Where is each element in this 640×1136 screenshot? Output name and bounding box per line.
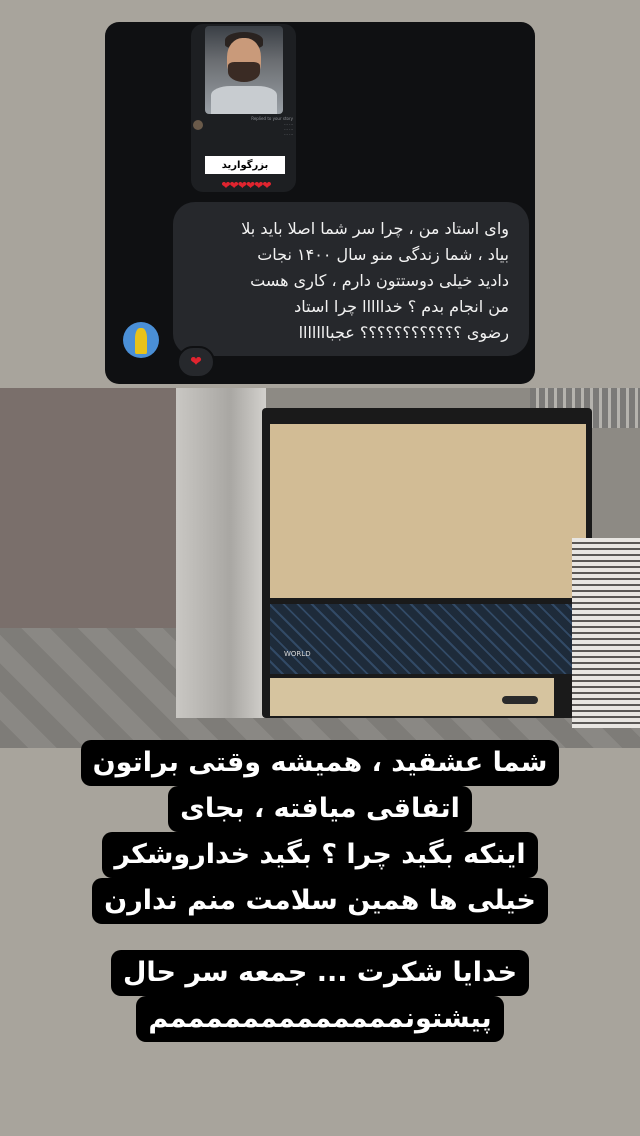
heater-handle	[502, 696, 538, 704]
heart-reaction-icon[interactable]: ❤	[177, 346, 215, 378]
photo-plastic-wrap	[176, 388, 266, 718]
hearts-emoji-row: ❤❤❤❤❤❤	[221, 179, 271, 192]
dm-reply-card: Replied to your story ... ... ... ... ..…	[105, 22, 535, 384]
caption-line: خیلی ها همین سلامت منم ندارن	[92, 878, 548, 924]
heater-front-panel	[270, 424, 586, 598]
reply-message-bubble[interactable]: وای استاد من ، چرا سر شما اصلا باید بلا …	[173, 202, 529, 356]
story-caption-block-1: شما عشقید ، همیشه وقتی براتون اتفاقی میا…	[0, 740, 640, 924]
photo-shelf-papers	[572, 538, 640, 728]
story-caption-block-2: خدایا شکرت ... جمعه سر حال پیشتونممممممم…	[0, 950, 640, 1042]
caption-line: پیشتونمممممممممممممم	[136, 996, 504, 1042]
caption-line: شما عشقید ، همیشه وقتی براتون	[80, 740, 560, 786]
shared-story-label: بزرگوارید	[205, 156, 285, 174]
shared-story-avatar	[193, 120, 203, 130]
caption-line: اتفاقی میافته ، بجای	[168, 786, 472, 832]
gas-heater: WORLD	[262, 408, 592, 718]
heater-photo: WORLD	[0, 388, 640, 748]
heater-grill: WORLD	[270, 604, 586, 674]
shared-story-photo	[205, 26, 283, 114]
sender-avatar[interactable]	[123, 322, 159, 358]
shared-story-caption: Replied to your story ... ... ... ... ..…	[251, 116, 293, 136]
photo-wall-panel	[0, 388, 193, 638]
caption-line: اینکه بگید چرا ؟ بگید خداروشکر	[102, 832, 538, 878]
shared-story-preview[interactable]: Replied to your story ... ... ... ... ..…	[191, 24, 296, 192]
heater-brand-logo: WORLD	[284, 650, 311, 658]
caption-line: خدایا شکرت ... جمعه سر حال	[110, 950, 530, 996]
reply-message-text: وای استاد من ، چرا سر شما اصلا باید بلا …	[241, 219, 509, 342]
